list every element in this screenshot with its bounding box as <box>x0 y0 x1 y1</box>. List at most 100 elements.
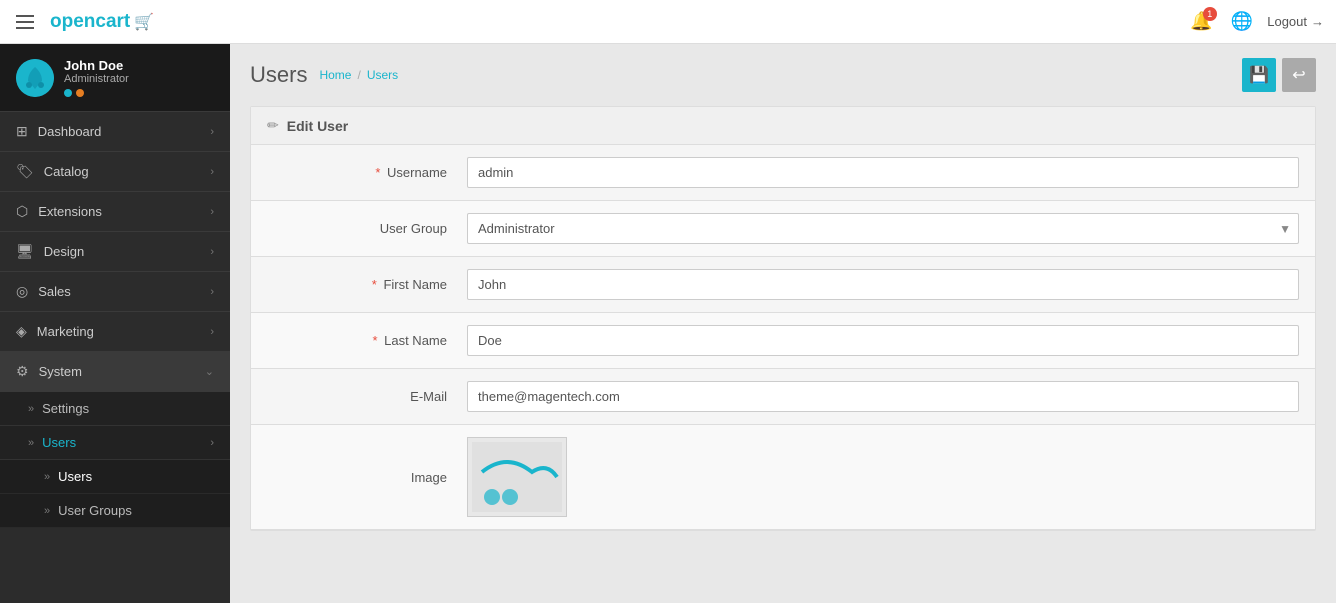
content-title-area: Users Home / Users <box>250 62 398 88</box>
nav-item-left: ◎ Sales <box>16 283 71 300</box>
profile-info: John Doe Administrator <box>64 58 214 97</box>
firstname-row: * First Name <box>251 257 1315 313</box>
breadcrumb-home[interactable]: Home <box>319 68 351 82</box>
globe-icon: 🌐 <box>1231 11 1253 31</box>
sales-icon: ◎ <box>16 283 28 300</box>
sidebar: John Doe Administrator ⊞ Dashboard › 🏷 C… <box>0 44 230 603</box>
profile-name: John Doe <box>64 58 214 73</box>
sidebar-item-label: Catalog <box>44 164 89 179</box>
nav-item-left: ⊞ Dashboard <box>16 123 101 140</box>
sidebar-item-label: System <box>39 364 82 379</box>
lastname-input[interactable] <box>467 325 1299 356</box>
dot-1 <box>64 89 72 97</box>
image-label: Image <box>267 470 467 485</box>
save-icon: 💾 <box>1249 65 1269 85</box>
logout-label: Logout <box>1267 14 1307 29</box>
profile-role: Administrator <box>64 73 214 85</box>
content: Users Home / Users 💾 ↩ ✏ Edit User <box>230 44 1336 603</box>
sidebar-item-label: Design <box>44 244 84 259</box>
extensions-icon: ⬡ <box>16 203 28 220</box>
firstname-input[interactable] <box>467 269 1299 300</box>
lastname-label: * Last Name <box>267 333 467 348</box>
navbar-right: 🔔 1 🌐 Logout → <box>1186 7 1324 36</box>
nav-item-left: ⚙ System <box>16 363 82 380</box>
required-star: * <box>372 277 377 292</box>
chevron-icon: › <box>210 286 214 298</box>
chevron-icon: › <box>210 206 214 218</box>
navbar: opencart 🛒 🔔 1 🌐 Logout → <box>0 0 1336 44</box>
sidebar-item-label: Sales <box>38 284 71 299</box>
arrow-icon: » <box>28 403 34 415</box>
required-star: * <box>375 165 380 180</box>
edit-user-form: ✏ Edit User * Username User Group Admini… <box>250 106 1316 531</box>
chevron-down-icon: ⌄ <box>205 365 214 378</box>
dot-2 <box>76 89 84 97</box>
sidebar-item-users-sub[interactable]: » Users <box>0 460 230 494</box>
save-button[interactable]: 💾 <box>1242 58 1276 92</box>
sidebar-item-sales[interactable]: ◎ Sales › <box>0 272 230 312</box>
header-actions: 💾 ↩ <box>1242 58 1316 92</box>
breadcrumb-separator: / <box>357 68 360 82</box>
image-row: Image <box>251 425 1315 530</box>
nav-item-left: 🖥 Design <box>16 243 84 260</box>
back-button[interactable]: ↩ <box>1282 58 1316 92</box>
breadcrumb: Home / Users <box>319 68 398 82</box>
sidebar-item-label: Dashboard <box>38 124 102 139</box>
sidebar-item-settings[interactable]: » Settings <box>0 392 230 426</box>
main-layout: John Doe Administrator ⊞ Dashboard › 🏷 C… <box>0 44 1336 603</box>
lastname-row: * Last Name <box>251 313 1315 369</box>
avatar <box>16 59 54 97</box>
marketing-icon: ◈ <box>16 323 27 340</box>
usergroup-row: User Group Administrator ▼ <box>251 201 1315 257</box>
email-input[interactable] <box>467 381 1299 412</box>
sidebar-item-catalog[interactable]: 🏷 Catalog › <box>0 152 230 192</box>
chevron-icon: › <box>210 437 214 449</box>
content-header: Users Home / Users 💾 ↩ <box>230 44 1336 106</box>
email-label: E-Mail <box>267 389 467 404</box>
required-star: * <box>372 333 377 348</box>
logo: opencart 🛒 <box>50 11 154 33</box>
sidebar-item-marketing[interactable]: ◈ Marketing › <box>0 312 230 352</box>
chevron-icon: › <box>210 246 214 258</box>
usergroup-select[interactable]: Administrator <box>467 213 1299 244</box>
catalog-icon: 🏷 <box>16 163 34 180</box>
sidebar-item-system[interactable]: ⚙ System ⌄ <box>0 352 230 392</box>
firstname-label: * First Name <box>267 277 467 292</box>
navbar-left: opencart 🛒 <box>12 11 154 33</box>
arrow-icon: » <box>44 471 50 483</box>
username-label: * Username <box>267 165 467 180</box>
notification-button[interactable]: 🔔 1 <box>1186 7 1216 36</box>
arrow-icon: » <box>28 437 34 449</box>
sidebar-item-label: User Groups <box>58 503 132 518</box>
sidebar-item-dashboard[interactable]: ⊞ Dashboard › <box>0 112 230 152</box>
chevron-icon: › <box>210 166 214 178</box>
nav-item-left: 🏷 Catalog <box>16 163 89 180</box>
username-input[interactable] <box>467 157 1299 188</box>
username-row: * Username <box>251 145 1315 201</box>
nav-item-left: ⬡ Extensions <box>16 203 102 220</box>
chevron-icon: › <box>210 326 214 338</box>
sidebar-item-users[interactable]: » Users › <box>0 426 230 460</box>
language-button[interactable]: 🌐 <box>1227 7 1257 36</box>
sidebar-profile: John Doe Administrator <box>0 44 230 112</box>
breadcrumb-current[interactable]: Users <box>367 68 398 82</box>
system-submenu: » Settings » Users › » Users » User Grou… <box>0 392 230 528</box>
hamburger-button[interactable] <box>12 11 38 33</box>
sidebar-item-user-groups[interactable]: » User Groups <box>0 494 230 528</box>
logout-button[interactable]: Logout → <box>1267 14 1324 29</box>
form-header: ✏ Edit User <box>251 107 1315 145</box>
sidebar-item-design[interactable]: 🖥 Design › <box>0 232 230 272</box>
back-icon: ↩ <box>1292 65 1305 85</box>
chevron-icon: › <box>210 126 214 138</box>
sidebar-item-extensions[interactable]: ⬡ Extensions › <box>0 192 230 232</box>
hamburger-icon <box>16 15 34 29</box>
system-icon: ⚙ <box>16 363 29 380</box>
logo-cart-icon: 🛒 <box>134 12 154 32</box>
notification-badge: 1 <box>1203 7 1217 21</box>
image-preview[interactable] <box>467 437 567 517</box>
logout-icon: → <box>1311 14 1324 29</box>
arrow-icon: » <box>44 505 50 517</box>
sidebar-item-label: Users <box>42 435 76 450</box>
usergroup-select-wrapper: Administrator ▼ <box>467 213 1299 244</box>
sidebar-item-label: Extensions <box>38 204 102 219</box>
